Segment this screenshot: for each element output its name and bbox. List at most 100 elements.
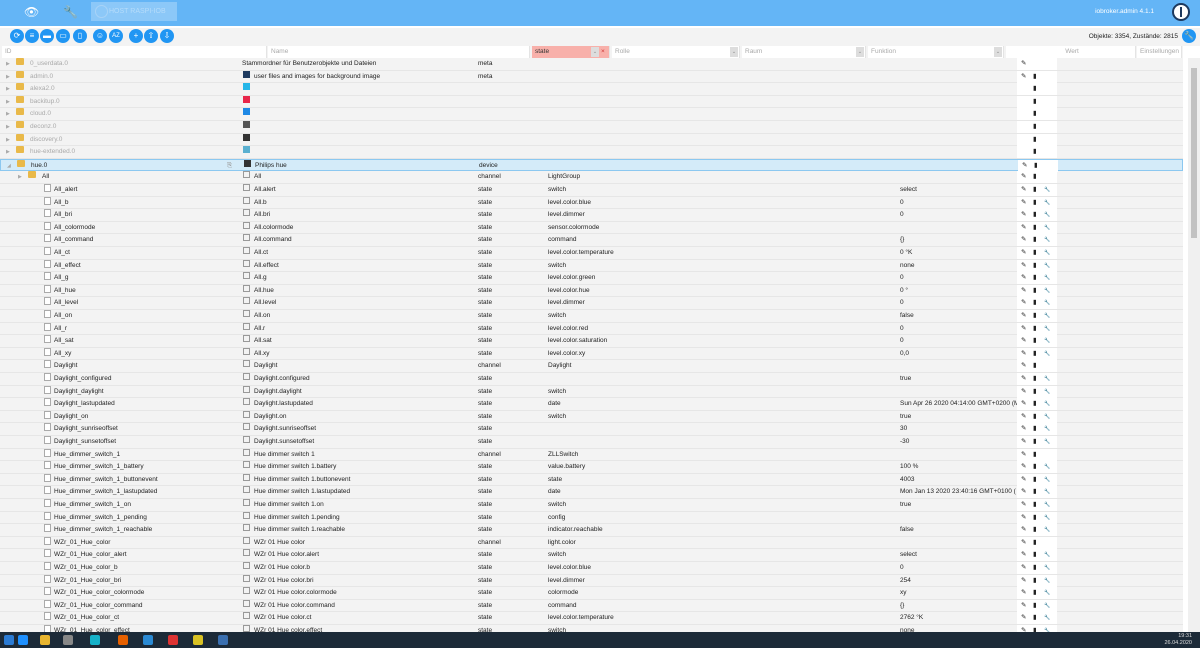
table-row[interactable]: ▶ alexa2.0 ▮ [0,83,1183,96]
wrench-icon[interactable]: 🔧 [1044,348,1050,360]
edit-icon[interactable]: ✎ [1021,474,1026,486]
object-value[interactable]: {} [900,600,904,612]
delete-icon[interactable]: ▮ [1033,272,1037,284]
table-row[interactable]: WZr_01_Hue_color_effect WZr 01 Hue color.… [0,625,1183,632]
explorer-icon[interactable] [40,635,50,645]
delete-icon[interactable]: ▮ [1033,146,1037,158]
object-value[interactable]: 254 [900,575,911,587]
delete-icon[interactable]: ▮ [1033,323,1037,335]
edit-icon[interactable]: ✎ [1021,272,1026,284]
object-value[interactable]: 0 [900,323,904,335]
table-row[interactable]: WZr_01_Hue_color_ct WZr 01 Hue color.ct st… [0,612,1183,625]
eye-icon[interactable]: 👁 [24,5,39,19]
list-icon[interactable]: ≡ [25,29,39,43]
table-row[interactable]: Hue_dimmer_switch_1 Hue dimmer switch 1 ch… [0,448,1183,462]
filter-role[interactable]: Rolle ⌄ [612,46,740,58]
table-row[interactable]: All_alert All.alert state switch select ✎ ▮ 🔧 [0,184,1183,197]
delete-icon[interactable]: ▮ [1033,386,1037,398]
wrench-icon[interactable]: 🔧 [1044,600,1050,612]
wrench-icon[interactable]: 🔧 [1044,335,1050,347]
edit-icon[interactable]: ✎ [1021,285,1026,297]
host-selector[interactable]: HOST RASPI-IOB [91,2,177,21]
table-row[interactable]: Daylight_lastupdated Daylight.lastupdated… [0,398,1183,411]
delete-icon[interactable]: ▮ [1033,524,1037,536]
object-value[interactable]: {} [900,234,904,246]
copy-icon[interactable]: ⎘ [227,160,232,172]
wrench-icon[interactable]: 🔧 [1044,386,1050,398]
object-value[interactable]: 0 °K [900,247,912,259]
wrench-icon[interactable]: 🔧 [1044,587,1050,599]
table-row[interactable]: Hue_dimmer_switch_1_lastupdated Hue dimme… [0,486,1183,499]
table-row[interactable]: WZr_01_Hue_color_alert WZr 01 Hue color.a… [0,549,1183,562]
edit-icon[interactable]: ✎ [1022,160,1027,172]
table-row[interactable]: All_level All.level state level.dimmer 0 ✎ ▮ 🔧 [0,297,1183,310]
wrench-icon[interactable]: 🔧 [1044,562,1050,574]
object-value[interactable]: 0,0 [900,348,909,360]
edit-icon[interactable]: ✎ [1021,209,1026,221]
table-row[interactable]: Daylight Daylight channel Daylight ✎ ▮ [0,360,1183,373]
pdf-icon[interactable] [168,635,178,645]
filter-room[interactable]: Raum ⌄ [742,46,866,58]
object-value[interactable]: false [900,524,914,536]
table-row[interactable]: Daylight_configured Daylight.configured st… [0,373,1183,386]
edge-icon[interactable] [18,635,28,645]
edit-icon[interactable]: ✎ [1021,360,1026,372]
wrench-icon[interactable]: 🔧 [1044,373,1050,385]
delete-icon[interactable]: ▮ [1033,499,1037,511]
delete-icon[interactable]: ▮ [1033,121,1037,133]
chevron-down-icon[interactable]: ⌄ [591,47,599,57]
table-row[interactable]: All_command All.command state command {} ✎ ▮ 🔧 [0,234,1183,247]
delete-icon[interactable]: ▮ [1033,600,1037,612]
table-row[interactable]: WZr_01_Hue_color_b WZr 01 Hue color.b stat… [0,562,1183,575]
wrench-icon[interactable]: 🔧 [1044,209,1050,221]
filter-type[interactable]: state ⌄ × [532,46,610,58]
delete-icon[interactable]: ▮ [1033,411,1037,423]
object-value[interactable]: true [900,411,911,423]
wrench-icon[interactable]: 🔧 [1044,197,1050,209]
edit-icon[interactable]: ✎ [1021,486,1026,498]
object-value[interactable]: 4003 [900,474,914,486]
expand-toggle-icon[interactable]: ▶ [6,121,10,133]
object-value[interactable]: true [900,499,911,511]
object-value[interactable]: -30 [900,436,909,448]
edit-icon[interactable]: ✎ [1021,386,1026,398]
expand-toggle-icon[interactable]: ▶ [6,146,10,158]
delete-icon[interactable]: ▮ [1033,297,1037,309]
delete-icon[interactable]: ▮ [1033,197,1037,209]
filter-id[interactable]: ID [2,46,267,58]
delete-icon[interactable]: ▮ [1033,562,1037,574]
object-value[interactable]: 0 [900,197,904,209]
delete-icon[interactable]: ▮ [1033,184,1037,196]
wrench-icon[interactable]: 🔧 [1044,486,1050,498]
object-value[interactable]: Sun Apr 26 2020 04:14:00 GMT+0200 (M [900,398,1019,410]
object-value[interactable]: Mon Jan 13 2020 23:40:16 GMT+0100 ( [900,486,1016,498]
delete-icon[interactable]: ▮ [1033,587,1037,599]
table-row[interactable]: ▶ hue-extended.0 ▮ [0,146,1183,159]
upload-icon[interactable]: ⇧ [144,29,158,43]
app3-icon[interactable] [193,635,203,645]
edit-icon[interactable]: ✎ [1021,499,1026,511]
edit-icon[interactable]: ✎ [1021,461,1026,473]
firefox-icon[interactable] [118,635,128,645]
object-value[interactable]: 0 [900,209,904,221]
wrench-icon[interactable]: 🔧 [63,5,78,19]
delete-icon[interactable]: ▮ [1033,209,1037,221]
filter-name[interactable]: Name [268,46,530,58]
wrench-icon[interactable]: 🔧 [1044,285,1050,297]
refresh-icon[interactable]: ⟳ [10,29,24,43]
wrench-icon[interactable]: 🔧 [1044,512,1050,524]
edit-icon[interactable]: ✎ [1021,197,1026,209]
filter-function[interactable]: Funktion ⌄ [868,46,1004,58]
edit-icon[interactable]: ✎ [1021,600,1026,612]
expand-toggle-icon[interactable]: ▶ [6,108,10,120]
delete-icon[interactable]: ▮ [1033,423,1037,435]
table-row[interactable]: Daylight_on Daylight.on state switch true ✎ ▮ 🔧 [0,410,1183,424]
object-value[interactable]: 0 [900,272,904,284]
wrench-icon[interactable]: 🔧 [1044,272,1050,284]
wrench-icon[interactable]: 🔧 [1044,474,1050,486]
object-value[interactable]: 0 ° [900,285,908,297]
wrench-icon[interactable]: 🔧 [1044,310,1050,322]
wrench-icon[interactable]: 🔧 [1044,184,1050,196]
wrench-icon[interactable]: 🔧 [1044,247,1050,259]
calculator-icon[interactable] [63,635,73,645]
